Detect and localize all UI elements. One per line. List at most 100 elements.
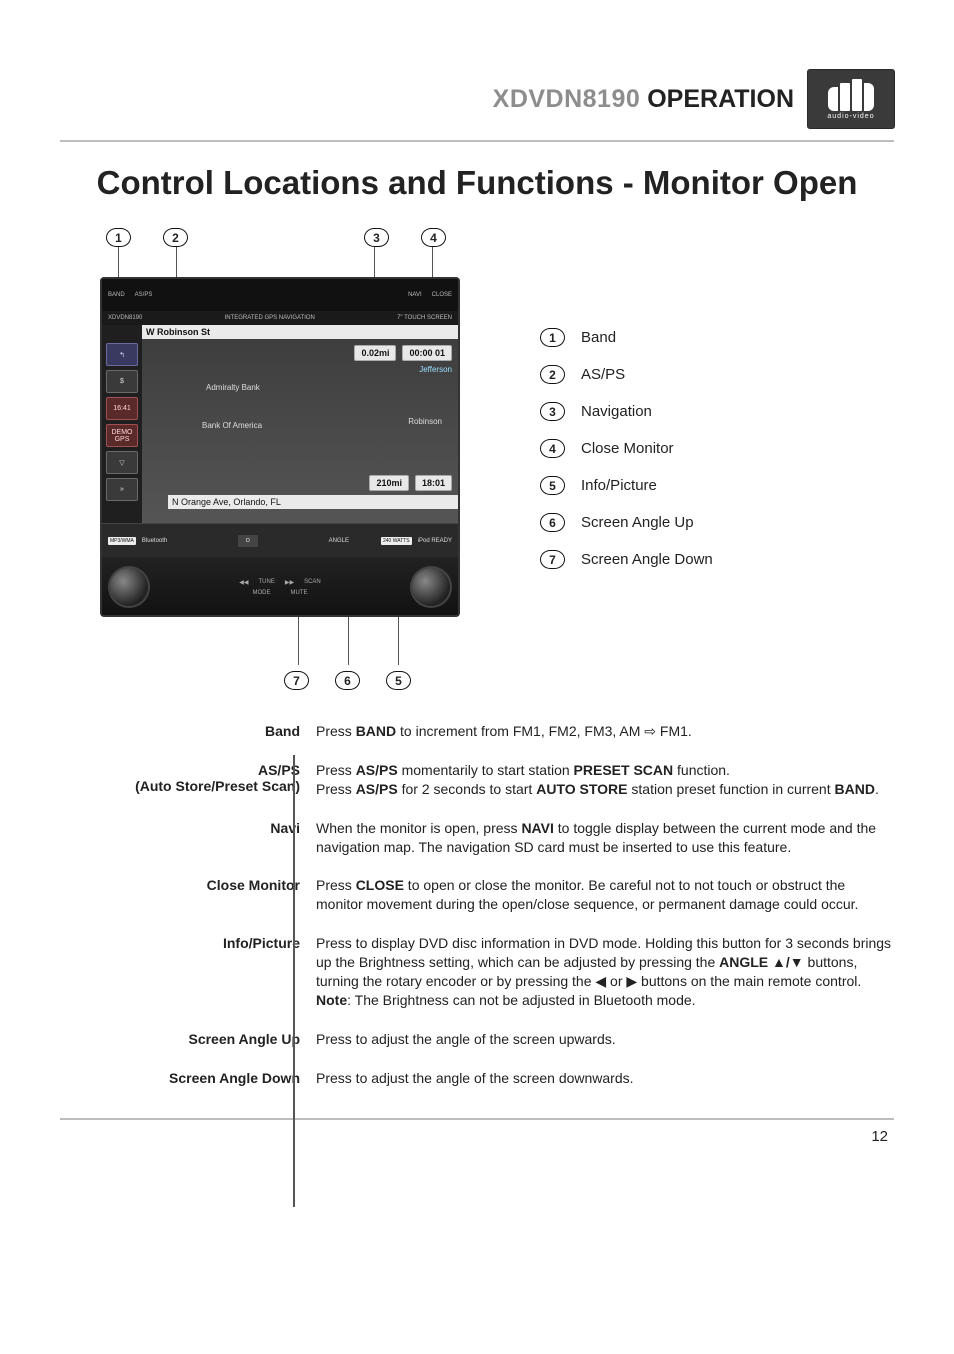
description-label: AS/PS (Auto Store/Preset Scan) <box>84 761 300 799</box>
feat-bluetooth: Bluetooth <box>142 538 167 544</box>
description-row: Close Monitor Press CLOSE to open or clo… <box>84 876 894 914</box>
feat-ipod: iPod READY <box>418 538 452 544</box>
device-close-button: CLOSE <box>432 292 452 298</box>
legend-label: Close Monitor <box>581 440 674 457</box>
callouts-bottom: 7 6 5 <box>284 671 480 690</box>
nav-street-bottom: N Orange Ave, Orlando, FL <box>168 495 458 509</box>
device-base-panel: ◀◀TUNE▶▶ SCAN MODE MUTE <box>102 557 458 617</box>
device-band-button: BAND <box>108 292 125 298</box>
callout-bubble: 2 <box>163 228 188 247</box>
callout-bubble: 4 <box>421 228 446 247</box>
description-row: Screen Angle Down Press to adjust the an… <box>84 1069 894 1088</box>
feat-mp3-badge: MP3/WMA <box>108 537 136 545</box>
legend-number: 6 <box>540 513 565 532</box>
legend-number: 7 <box>540 550 565 569</box>
callout-legend: 1 Band 2 AS/PS 3 Navigation 4 Close Moni… <box>540 328 713 569</box>
description-text: Press to adjust the angle of the screen … <box>316 1030 894 1049</box>
page-title: Control Locations and Functions - Monito… <box>60 164 894 202</box>
description-text: Press to display DVD disc information in… <box>316 934 894 1010</box>
device-diagram: 1 2 3 4 BAND AS/PS <box>100 228 480 690</box>
modelbar-left: XDVDN8190 <box>108 315 142 321</box>
legend-row: 6 Screen Angle Up <box>540 513 713 532</box>
description-row: AS/PS (Auto Store/Preset Scan) Press AS/… <box>84 761 894 799</box>
callout-bubble: 6 <box>335 671 360 690</box>
map-poi: Admiralty Bank <box>206 383 260 392</box>
modelbar-center: INTEGRATED GPS NAVIGATION <box>142 315 397 321</box>
description-label: Screen Angle Down <box>84 1069 300 1088</box>
footer-rule <box>60 1118 894 1120</box>
nav-more-icon: » <box>106 478 138 501</box>
legend-label: Info/Picture <box>581 477 657 494</box>
description-label: Band <box>84 722 300 741</box>
description-text: Press AS/PS momentarily to start station… <box>316 761 894 799</box>
description-row: Info/Picture Press to display DVD disc i… <box>84 934 894 1010</box>
description-table: Band Press BAND to increment from FM1, F… <box>60 722 894 1088</box>
device-feature-strip: MP3/WMA Bluetooth D ANGLE 240 WATTS iPod… <box>102 523 458 557</box>
device-asps-button: AS/PS <box>135 292 153 298</box>
description-row: Screen Angle Up Press to adjust the angl… <box>84 1030 894 1049</box>
page-number: 12 <box>60 1128 894 1145</box>
legend-label: Screen Angle Up <box>581 514 694 531</box>
nav-map: Admiralty Bank Bank Of America Robinson <box>142 339 458 495</box>
description-label: Screen Angle Up <box>84 1030 300 1049</box>
description-text: Press BAND to increment from FM1, FM2, F… <box>316 722 894 741</box>
callout-bubble: 7 <box>284 671 309 690</box>
legend-row: 5 Info/Picture <box>540 476 713 495</box>
callout-bubble: 1 <box>106 228 131 247</box>
legend-label: Navigation <box>581 403 652 420</box>
description-row: Navi When the monitor is open, press NAV… <box>84 819 894 857</box>
legend-label: Screen Angle Down <box>581 551 713 568</box>
rotary-knob-left-icon <box>110 568 148 606</box>
feat-angle-label: ANGLE <box>329 538 349 544</box>
callout-bubble: 3 <box>364 228 389 247</box>
nav-turn-icon: ↰ <box>106 343 138 366</box>
logo-icon <box>828 79 874 111</box>
nav-street-top: W Robinson St <box>142 325 458 339</box>
description-label: Navi <box>84 819 300 857</box>
legend-number: 3 <box>540 402 565 421</box>
description-text: Press CLOSE to open or close the monitor… <box>316 876 894 914</box>
modelbar-right: 7" TOUCH SCREEN <box>397 315 452 321</box>
legend-number: 1 <box>540 328 565 347</box>
legend-number: 4 <box>540 439 565 458</box>
model-code: XDVDN8190 <box>493 85 641 113</box>
diagram-section: 1 2 3 4 BAND AS/PS <box>60 228 894 690</box>
device-screen: W Robinson St ↰ $ 16:41 DEMOGPS ▽ » 0.02… <box>102 325 458 523</box>
description-text: Press to adjust the angle of the screen … <box>316 1069 894 1088</box>
map-poi: Bank Of America <box>202 421 262 430</box>
legend-row: 2 AS/PS <box>540 365 713 384</box>
rotary-knob-right-icon <box>412 568 450 606</box>
logo-subtext: audio-video <box>827 113 874 120</box>
tune-row: ◀◀TUNE▶▶ SCAN <box>239 579 320 586</box>
description-row: Band Press BAND to increment from FM1, F… <box>84 722 894 741</box>
page: XDVDN8190 OPERATION audio-video Control … <box>0 0 954 1354</box>
legend-row: 7 Screen Angle Down <box>540 550 713 569</box>
description-label: Info/Picture <box>84 934 300 1010</box>
legend-row: 3 Navigation <box>540 402 713 421</box>
legend-number: 5 <box>540 476 565 495</box>
device-navi-button: NAVI <box>408 292 422 298</box>
nav-info-bottom: 210mi 18:01 <box>369 475 452 491</box>
map-poi: Robinson <box>408 417 442 426</box>
feat-watts-badge: 240 WATTS <box>381 537 412 545</box>
section-label: OPERATION <box>647 85 794 113</box>
nav-total-dist-pill: 210mi <box>369 475 409 491</box>
description-label: Close Monitor <box>84 876 300 914</box>
nav-eta-pill: 18:01 <box>415 475 452 491</box>
header-rule <box>60 140 894 142</box>
description-divider <box>293 755 295 1207</box>
brand-logo: audio-video <box>808 70 894 128</box>
nav-time-icon: 16:41 <box>106 397 138 420</box>
nav-dollar-icon: $ <box>106 370 138 393</box>
device-model-bar: XDVDN8190 INTEGRATED GPS NAVIGATION 7" T… <box>102 311 458 325</box>
leader-lines-bottom <box>150 617 480 667</box>
legend-row: 4 Close Monitor <box>540 439 713 458</box>
legend-number: 2 <box>540 365 565 384</box>
header-text: XDVDN8190 OPERATION <box>493 85 794 114</box>
page-header: XDVDN8190 OPERATION audio-video <box>60 70 894 128</box>
legend-row: 1 Band <box>540 328 713 347</box>
nav-compass-icon: ▽ <box>106 451 138 474</box>
nav-sidebar: ↰ $ 16:41 DEMOGPS ▽ » <box>102 325 142 523</box>
callout-bubble: 5 <box>386 671 411 690</box>
mini-logo-icon: D <box>238 535 258 547</box>
